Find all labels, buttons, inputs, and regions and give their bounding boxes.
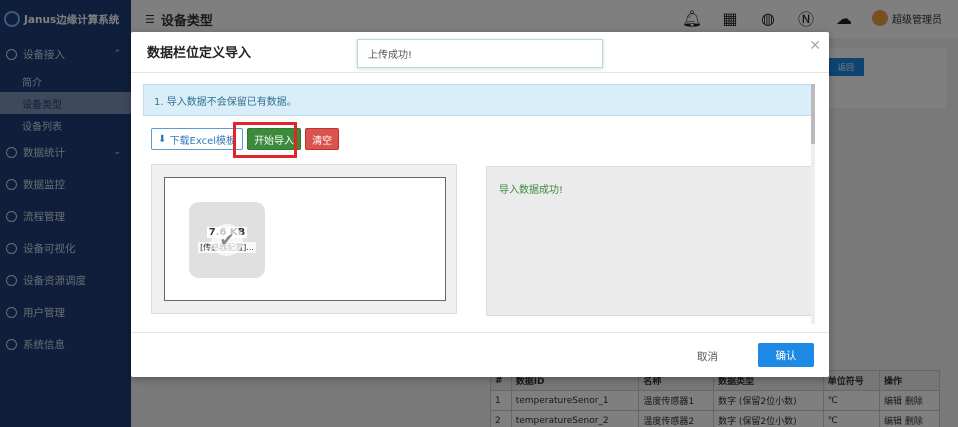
scrollbar[interactable]	[811, 84, 815, 324]
confirm-button[interactable]: 确认	[758, 343, 814, 367]
info-alert: 1. 导入数据不会保留已有数据。	[143, 84, 815, 116]
download-template-button[interactable]: ⬇ 下载Excel模板	[151, 128, 244, 150]
cancel-button[interactable]: 取消	[697, 344, 718, 368]
result-panel: 导入数据成功!	[486, 166, 815, 316]
import-modal: 数据栏位定义导入 ✕ 1. 导入数据不会保留已有数据。 ⬇ 下载Excel模板 …	[131, 32, 829, 377]
modal-title: 数据栏位定义导入	[147, 46, 252, 61]
modal-body: 1. 导入数据不会保留已有数据。 ⬇ 下载Excel模板 开始导入 清空 7.6…	[143, 84, 815, 330]
highlight-box	[233, 122, 297, 158]
result-message: 导入数据成功!	[499, 185, 564, 196]
download-template-label: 下载Excel模板	[169, 135, 237, 147]
scrollbar-thumb[interactable]	[811, 84, 815, 144]
divider	[131, 72, 829, 73]
download-icon: ⬇	[158, 133, 170, 145]
check-icon: ✔	[211, 224, 243, 256]
dropzone[interactable]: 7.6 KB [传感器配置]... ✔	[164, 177, 446, 301]
toast-message: 上传成功!	[357, 39, 603, 68]
upload-area[interactable]: 7.6 KB [传感器配置]... ✔	[151, 164, 457, 314]
divider	[131, 332, 829, 333]
close-icon[interactable]: ✕	[809, 38, 821, 54]
file-preview: 7.6 KB [传感器配置]... ✔	[189, 202, 265, 278]
clear-button[interactable]: 清空	[305, 128, 340, 150]
